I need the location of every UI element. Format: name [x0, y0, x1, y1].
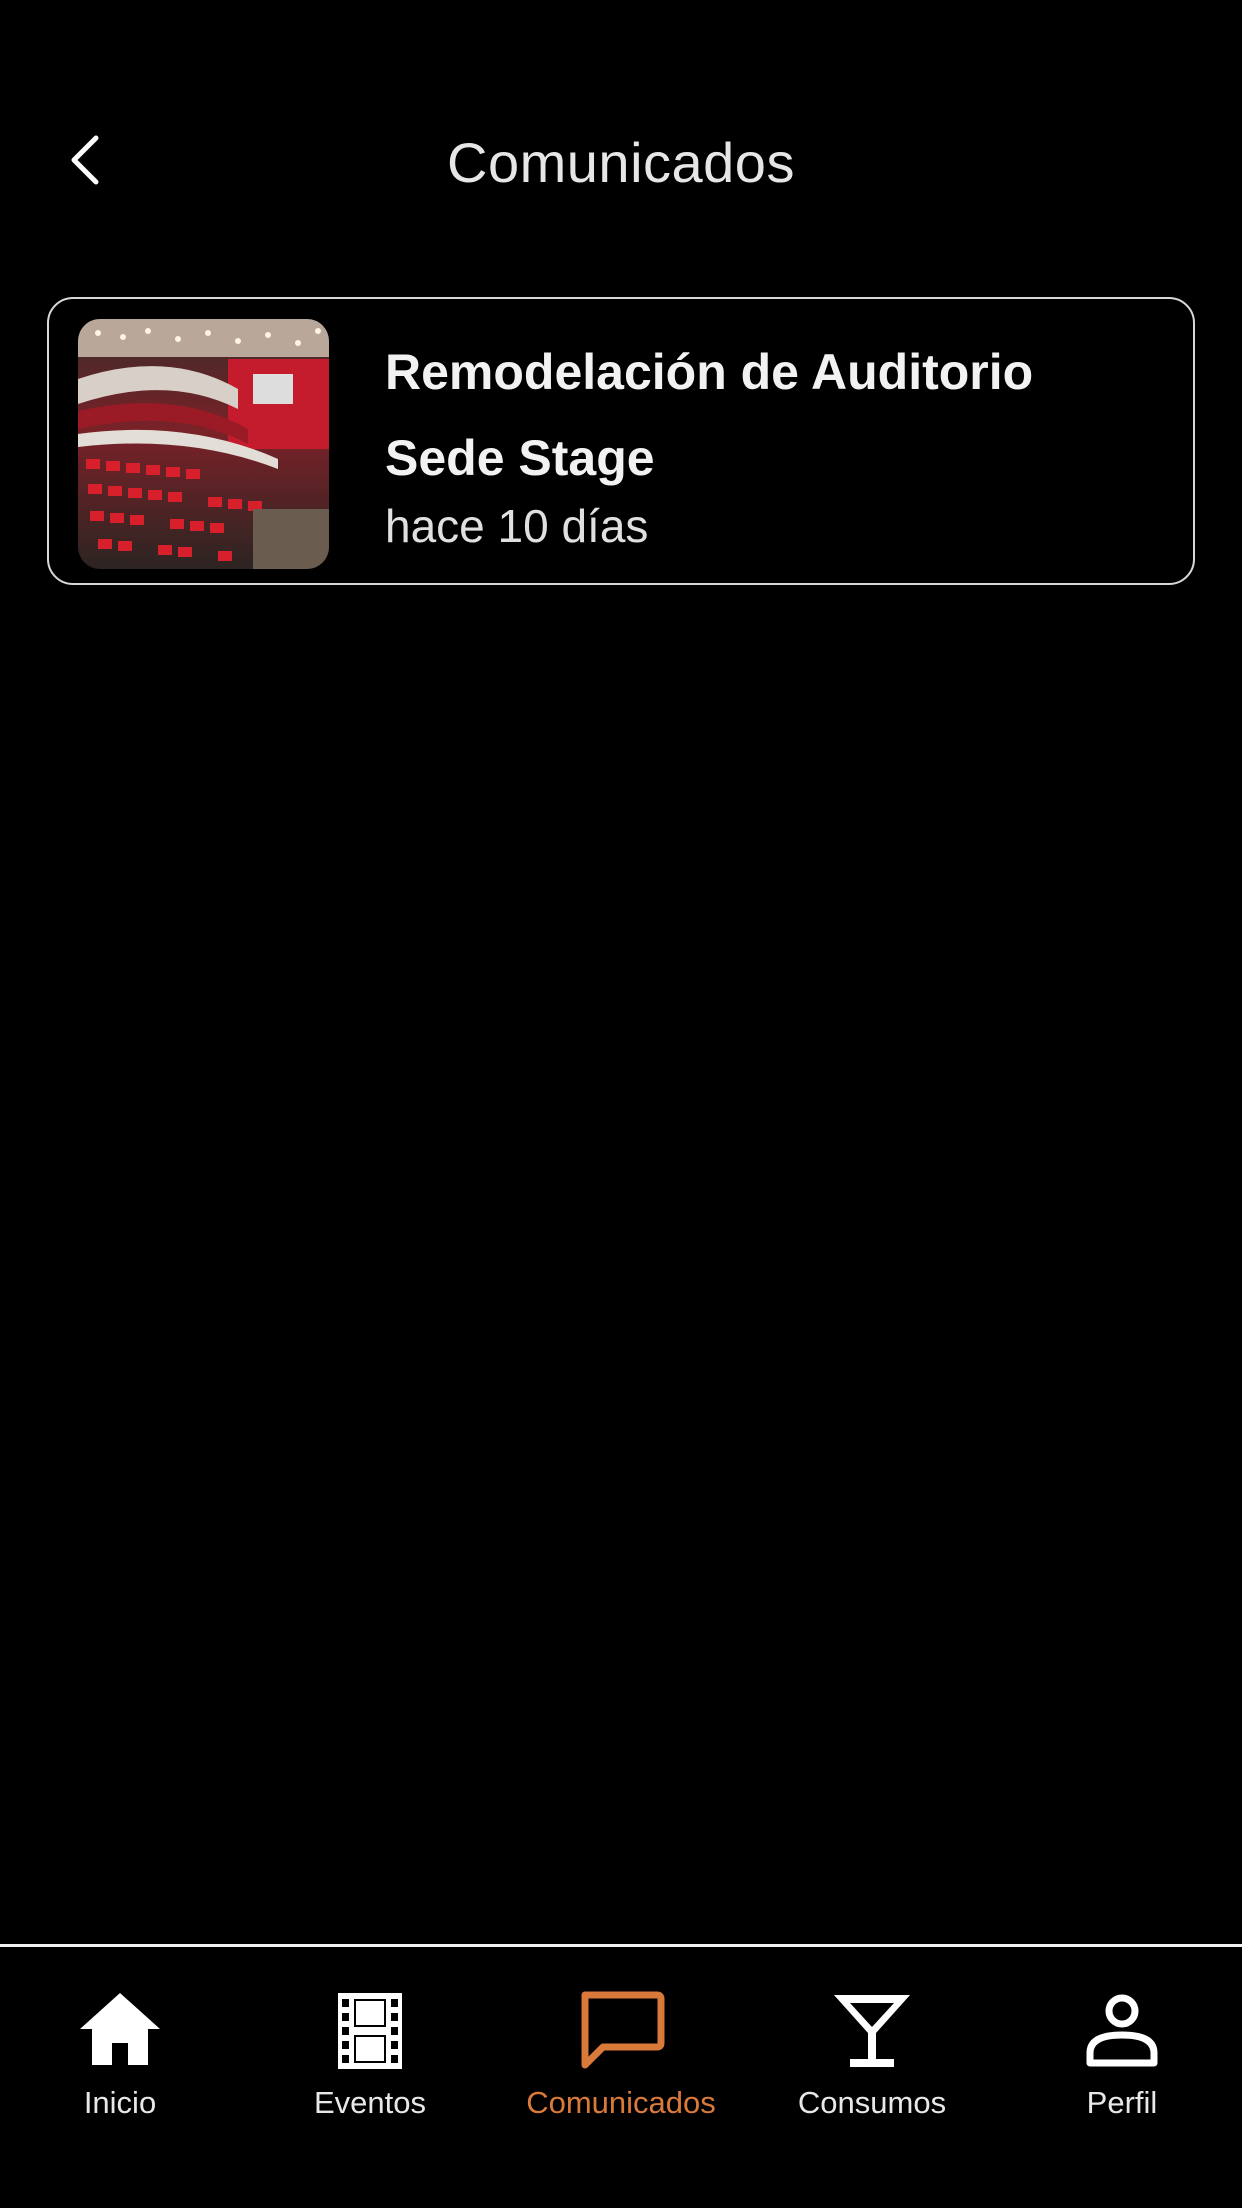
nav-label-perfil: Perfil [1086, 2085, 1158, 2120]
film-icon [338, 1993, 402, 2069]
nav-item-inicio[interactable]: Inicio [0, 1983, 240, 2133]
nav-label-eventos: Eventos [313, 2085, 426, 2120]
nav-item-eventos[interactable]: Eventos [250, 1983, 490, 2133]
announcement-time: hace 10 días [385, 500, 649, 552]
announcement-title: Remodelación de Auditorio Sede Stage [385, 344, 1034, 486]
nav-label-consumos: Consumos [797, 2085, 947, 2120]
nav-item-perfil[interactable]: Perfil [1002, 1983, 1242, 2133]
nav-label-comunicados: Comunicados [526, 2085, 716, 2120]
chat-bubble-icon [581, 1991, 665, 2069]
top-bar: Comunicados [0, 100, 1242, 220]
nav-item-comunicados[interactable]: Comunicados [501, 1983, 741, 2133]
nav-item-consumos[interactable]: Consumos [752, 1983, 992, 2133]
user-icon [1086, 1994, 1158, 2067]
auditorium-photo [78, 319, 329, 569]
announcement-card[interactable]: Remodelación de Auditorio Sede Stage hac… [47, 297, 1195, 585]
home-icon [80, 1993, 160, 2065]
bottom-navigation: Inicio Eventos Comunicados Consumos Perf… [0, 1944, 1242, 2208]
announcement-list: Remodelación de Auditorio Sede Stage hac… [47, 297, 1195, 585]
page-title: Comunicados [447, 131, 795, 194]
cocktail-icon [834, 1995, 910, 2067]
nav-label-inicio: Inicio [83, 2085, 157, 2120]
announcement-thumbnail [78, 319, 329, 569]
